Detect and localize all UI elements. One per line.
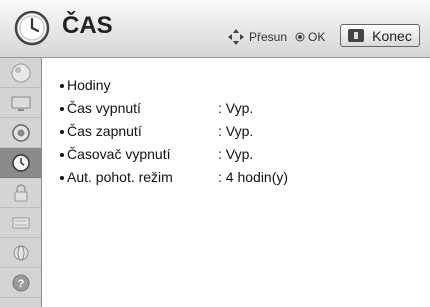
clock-icon bbox=[11, 153, 30, 172]
sidebar-item-option[interactable] bbox=[0, 208, 41, 238]
exit-button-label: Konec bbox=[372, 27, 412, 44]
menu-item-sleep-timer[interactable]: Časovač vypnutí : Vyp. bbox=[60, 144, 420, 164]
menu-item-label: Čas vypnutí bbox=[67, 100, 141, 116]
tv-menu-screen: ČAS Přesun OK Konec ? Hodiny Čas vypnutí… bbox=[0, 0, 430, 307]
picture-icon bbox=[11, 63, 30, 82]
nav-hint-ok-label: OK bbox=[308, 30, 326, 44]
screen-icon bbox=[11, 96, 30, 111]
bullet-icon bbox=[60, 130, 64, 134]
navigation-hint: Přesun OK bbox=[228, 29, 325, 45]
menu-item-label: Hodiny bbox=[67, 77, 111, 93]
exit-button[interactable]: Konec bbox=[340, 24, 420, 47]
ok-button-icon bbox=[295, 32, 305, 42]
svg-text:?: ? bbox=[17, 278, 24, 290]
menu-item-clock[interactable]: Hodiny bbox=[60, 75, 420, 95]
sidebar-item-network[interactable] bbox=[0, 238, 41, 268]
sidebar-item-picture[interactable] bbox=[0, 58, 41, 88]
exit-key-icon bbox=[348, 29, 365, 42]
menu-item-value: : Vyp. bbox=[218, 146, 254, 162]
menu-item-label: Aut. pohot. režim bbox=[67, 169, 173, 185]
menu-item-label: Čas zapnutí bbox=[67, 123, 142, 139]
nav-hint-move-label: Přesun bbox=[249, 30, 288, 44]
menu-item-value: : Vyp. bbox=[218, 100, 254, 116]
menu-item-value: : 4 hodin(y) bbox=[218, 169, 289, 185]
sidebar-item-lock[interactable] bbox=[0, 178, 41, 208]
bullet-icon bbox=[60, 176, 64, 180]
category-sidebar: ? bbox=[0, 58, 42, 307]
network-icon bbox=[13, 245, 28, 260]
sidebar-item-audio[interactable] bbox=[0, 118, 41, 148]
option-icon bbox=[12, 217, 29, 228]
menu-content: Hodiny Čas vypnutí : Vyp. Čas zapnutí : … bbox=[42, 58, 430, 307]
sidebar-item-help[interactable]: ? bbox=[0, 268, 41, 298]
page-title: ČAS bbox=[62, 12, 113, 39]
bullet-icon bbox=[60, 107, 64, 111]
menu-item-auto-standby[interactable]: Aut. pohot. režim : 4 hodin(y) bbox=[60, 167, 420, 187]
speaker-icon bbox=[11, 123, 30, 142]
move-arrows-icon bbox=[228, 29, 244, 45]
sidebar-item-time[interactable] bbox=[0, 148, 41, 178]
menu-header: ČAS Přesun OK Konec bbox=[0, 0, 430, 58]
sidebar-item-screen[interactable] bbox=[0, 88, 41, 118]
bullet-icon bbox=[60, 153, 64, 157]
menu-item-on-time[interactable]: Čas zapnutí : Vyp. bbox=[60, 121, 420, 141]
menu-item-label: Časovač vypnutí bbox=[67, 146, 171, 162]
clock-icon bbox=[14, 10, 50, 46]
menu-item-off-time[interactable]: Čas vypnutí : Vyp. bbox=[60, 98, 420, 118]
menu-item-value: : Vyp. bbox=[218, 123, 254, 139]
lock-icon bbox=[14, 183, 27, 201]
help-icon: ? bbox=[12, 274, 29, 291]
bullet-icon bbox=[60, 84, 64, 88]
